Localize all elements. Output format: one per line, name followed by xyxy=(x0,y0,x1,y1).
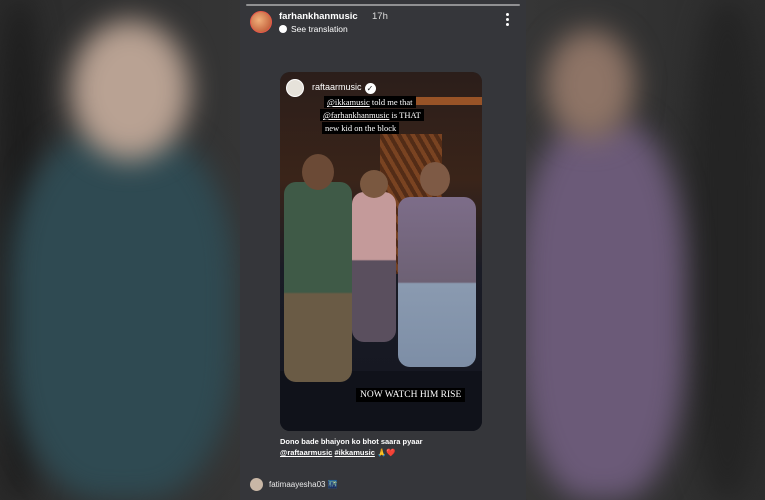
author-username[interactable]: farhankhanmusic xyxy=(279,11,358,22)
background-shape xyxy=(690,0,765,500)
viewer-username: fatimaayesha03 🌃 xyxy=(269,480,338,489)
overlay-text: NOW WATCH HIM RISE xyxy=(356,388,466,402)
caption-tags-line: @raftaarmusic #ikkamusic 🙏❤️ xyxy=(280,447,490,458)
background-blur-person-right xyxy=(520,120,685,500)
more-options-icon[interactable] xyxy=(506,13,510,27)
story-progress-bar xyxy=(246,4,520,6)
story-header: farhankhanmusic 17h See translation xyxy=(250,11,518,37)
background-blur-head-right xyxy=(545,30,635,140)
person-figure xyxy=(352,192,396,342)
viewer-avatar xyxy=(250,478,263,491)
reposted-post-card[interactable]: raftaarmusic ✓ @ikkamusic told me that @f… xyxy=(280,72,482,431)
background-blur-head-left xyxy=(70,20,190,160)
repost-caption-line: new kid on the block xyxy=(322,122,400,134)
story-panel[interactable]: farhankhanmusic 17h See translation raft… xyxy=(240,0,526,500)
translate-icon xyxy=(279,25,287,33)
repost-caption-line: @ikkamusic told me that xyxy=(324,96,416,108)
mention-link[interactable]: @ikkamusic xyxy=(327,97,370,107)
caption-emoji: 🙏❤️ xyxy=(376,448,396,457)
see-translation-label: See translation xyxy=(291,24,348,34)
background-blur-person-left xyxy=(10,130,235,500)
caption-line: Dono bade bhaiyon ko bhot saara pyaar xyxy=(280,437,423,446)
person-head xyxy=(360,170,388,198)
mention-link[interactable]: @farhankhanmusic xyxy=(323,110,389,120)
repost-avatar[interactable] xyxy=(286,79,304,97)
mention-tag[interactable]: @raftaarmusic xyxy=(280,448,332,457)
person-head xyxy=(420,162,450,196)
repost-username[interactable]: raftaarmusic ✓ xyxy=(312,82,376,94)
see-translation-link[interactable]: See translation xyxy=(279,24,348,34)
person-figure xyxy=(398,197,476,367)
verified-icon: ✓ xyxy=(364,83,376,94)
post-time: 17h xyxy=(372,11,388,22)
hashtag[interactable]: #ikkamusic xyxy=(334,448,374,457)
person-figure xyxy=(284,182,352,382)
author-avatar[interactable] xyxy=(250,11,272,33)
person-head xyxy=(302,154,334,190)
story-caption: Dono bade bhaiyon ko bhot saara pyaar @r… xyxy=(280,436,490,458)
repost-caption-line: @farhankhanmusic is THAT xyxy=(320,109,424,121)
